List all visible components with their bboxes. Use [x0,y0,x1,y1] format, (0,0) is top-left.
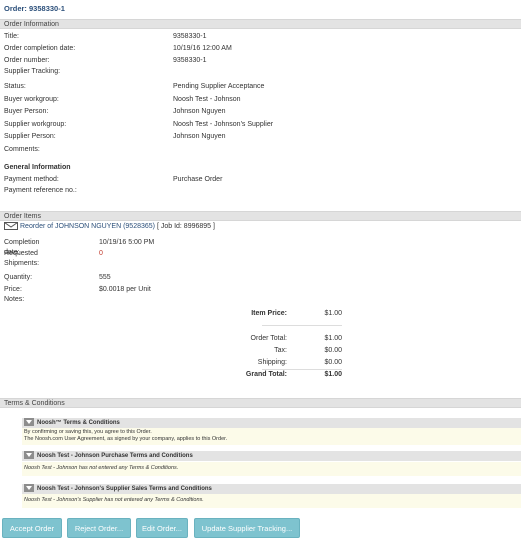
completion-date-row: Order completion date: 10/19/16 12:00 AM [4,44,404,54]
order-number-value: 9358330-1 [173,57,207,64]
shipping-label: Shipping: [257,359,287,366]
payment-method-row: Payment method: Purchase Order [4,175,404,185]
supplier-tracking-row: Supplier Tracking: [4,67,404,77]
supplier-tracking-label: Supplier Tracking: [4,68,61,75]
supplier-person-value: Johnson Nguyen [173,133,226,140]
collapse-toggle-icon[interactable] [24,418,34,427]
supplier-workgroup-value: Noosh Test - Johnson's Supplier [173,121,274,128]
tax-value: $0.00 [324,347,342,354]
terms-header: Terms & Conditions [0,398,521,408]
price-value: $0.0018 per Unit [99,286,151,293]
item-completion-value: 10/19/16 5:00 PM [99,239,155,246]
buyer-person-label: Buyer Person: [4,108,49,115]
order-number-label: Order number: [4,57,50,64]
collapse-toggle-icon[interactable] [24,451,34,460]
buyer-terms-title: Noosh Test - Johnson Purchase Terms and … [37,453,193,459]
order-information-header: Order Information [0,19,521,29]
requested-shipments-label: Requested Shipments: [4,250,40,267]
status-label: Status: [4,83,26,90]
edit-order-button[interactable]: Edit Order... [136,518,188,538]
general-information-title: General Information [4,164,71,171]
payment-reference-label: Payment reference no.: [4,187,77,194]
noosh-terms-line-1: By confirming or saving this, you agree … [24,429,152,435]
shipping-row: Shipping: $0.00 [200,358,342,368]
supplier-terms-header[interactable]: Noosh Test - Johnson's Supplier Sales Te… [22,484,521,494]
buyer-workgroup-row: Buyer workgroup: Noosh Test - Johnson [4,95,404,105]
noosh-terms-line-2: The Noosh.com User Agreement, as signed … [24,436,228,442]
grand-total-value: $1.00 [324,371,342,378]
item-price-value: $1.00 [324,310,342,317]
buyer-terms-body: Noosh Test - Johnson has not entered any… [22,462,521,476]
payment-method-label: Payment method: [4,176,59,183]
buyer-workgroup-label: Buyer workgroup: [4,96,59,103]
noosh-terms-title: Noosh™ Terms & Conditions [37,420,120,426]
envelope-icon [4,222,18,231]
supplier-terms-body: Noosh Test - Johnson's Supplier has not … [22,494,521,508]
supplier-person-label: Supplier Person: [4,133,56,140]
buyer-person-value: Johnson Nguyen [173,108,226,115]
buyer-workgroup-value: Noosh Test - Johnson [173,96,241,103]
order-item-link[interactable]: Reorder of JOHNSON NGUYEN (9528365) [20,223,155,230]
buyer-person-row: Buyer Person: Johnson Nguyen [4,107,404,117]
status-row: Status: Pending Supplier Acceptance [4,82,404,92]
completion-date-label: Order completion date: [4,45,76,52]
noosh-terms-header[interactable]: Noosh™ Terms & Conditions [22,418,521,428]
quantity-label: Quantity: [4,274,33,281]
accept-order-button[interactable]: Accept Order [2,518,62,538]
buyer-terms-header[interactable]: Noosh Test - Johnson Purchase Terms and … [22,451,521,461]
comments-row: Comments: [4,145,404,155]
supplier-terms-line: Noosh Test - Johnson's Supplier has not … [24,497,204,503]
buyer-terms-line: Noosh Test - Johnson has not entered any… [24,465,179,471]
comments-label: Comments: [4,146,40,153]
reject-order-button[interactable]: Reject Order... [67,518,131,538]
order-total-label: Order Total: [250,335,287,342]
order-title: Order: 9358330-1 [4,4,65,13]
item-price-row: Item Price: $1.00 [200,309,342,319]
grand-total-label: Grand Total: [245,371,287,378]
requested-shipments-value: 0 [99,250,103,257]
status-value: Pending Supplier Acceptance [173,83,265,90]
title-row: Title: 9358330-1 [4,32,404,42]
supplier-person-row: Supplier Person: Johnson Nguyen [4,132,404,142]
update-supplier-tracking-button[interactable]: Update Supplier Tracking... [194,518,300,538]
order-total-value: $1.00 [324,335,342,342]
totals-divider [262,325,342,326]
tax-row: Tax: $0.00 [200,346,342,356]
order-number-row: Order number: 9358330-1 [4,56,404,66]
supplier-workgroup-label: Supplier workgroup: [4,121,67,128]
tax-label: Tax: [274,347,287,354]
title-label: Title: [4,33,19,40]
supplier-workgroup-row: Supplier workgroup: Noosh Test - Johnson… [4,120,404,130]
collapse-toggle-icon[interactable] [24,484,34,493]
completion-date-value: 10/19/16 12:00 AM [173,45,232,52]
shipping-value: $0.00 [324,359,342,366]
noosh-terms-body: By confirming or saving this, you agree … [22,428,521,445]
price-label: Price: [4,286,22,293]
quantity-value: 555 [99,274,111,281]
payment-reference-row: Payment reference no.: [4,186,404,196]
grand-total-row: Grand Total: $1.00 [200,370,342,380]
job-id: [ Job Id: 8996895 ] [156,223,215,230]
notes-label: Notes: [4,296,25,303]
supplier-terms-title: Noosh Test - Johnson's Supplier Sales Te… [37,486,212,492]
order-total-row: Order Total: $1.00 [200,334,342,344]
order-item-row: Reorder of JOHNSON NGUYEN (9528365) [ Jo… [4,222,215,232]
title-value: 9358330-1 [173,33,207,40]
payment-method-value: Purchase Order [173,176,223,183]
order-items-header: Order Items [0,211,521,221]
item-price-label: Item Price: [251,310,287,317]
